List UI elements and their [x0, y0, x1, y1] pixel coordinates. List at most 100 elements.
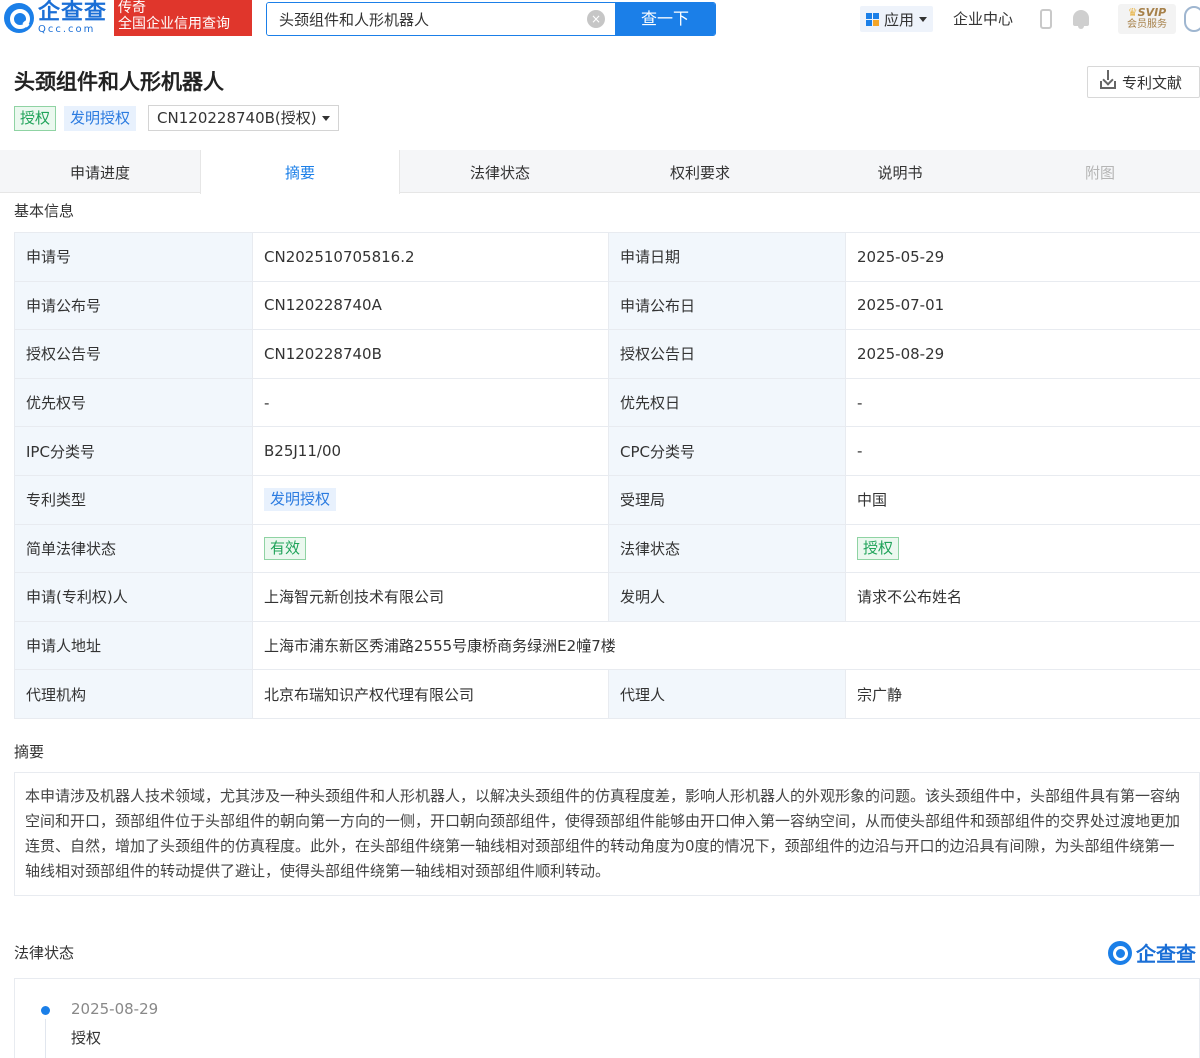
- legal-status-heading: 法律状态: [14, 944, 75, 962]
- info-value: 上海市浦东新区秀浦路2555号康桥商务绿洲E2幢7楼: [252, 620, 1200, 671]
- info-value: 中国: [845, 474, 1200, 525]
- logo-cn-text: 企查查: [38, 0, 108, 25]
- search-input[interactable]: [267, 3, 587, 35]
- legal-status-tag: 授权: [857, 536, 900, 560]
- info-value: -: [845, 377, 1200, 428]
- table-row: 申请号 CN202510705816.2 申请日期 2025-05-29: [14, 232, 1200, 282]
- tab-bar: 申请进度 摘要 法律状态 权利要求 说明书 附图: [0, 150, 1200, 194]
- tab-description[interactable]: 说明书: [800, 150, 1000, 192]
- abstract-text: 本申请涉及机器人技术领域，尤其涉及一种头颈组件和人形机器人，以解决头颈组件的仿真…: [14, 772, 1200, 896]
- type-tag: 发明授权: [64, 105, 137, 131]
- info-value-cell: 授权: [845, 523, 1200, 574]
- site-logo[interactable]: 企查查 Qcc.com: [4, 0, 107, 36]
- user-avatar-icon[interactable]: [1184, 6, 1200, 32]
- agency-link[interactable]: 北京布瑞知识产权代理有限公司: [252, 669, 609, 719]
- phone-icon[interactable]: [1040, 9, 1052, 29]
- svip-button[interactable]: ♛SVIP 会员服务: [1118, 4, 1176, 34]
- grid-icon: [866, 12, 879, 26]
- info-key: 申请公布号: [14, 280, 253, 331]
- info-value: 宗广静: [845, 669, 1200, 719]
- clear-icon[interactable]: ×: [587, 10, 605, 28]
- info-key: 申请人地址: [14, 620, 253, 671]
- download-icon: [1100, 70, 1116, 89]
- info-key: 申请号: [14, 232, 253, 282]
- patent-document-button[interactable]: 专利文献: [1087, 66, 1200, 98]
- info-key: 代理人: [608, 669, 846, 719]
- caret-down-icon: [321, 115, 330, 121]
- table-row: 专利类型 发明授权 受理局 中国: [14, 474, 1200, 525]
- info-value: 2025-07-01: [845, 280, 1200, 331]
- timeline-date: 2025-08-29: [71, 1000, 159, 1018]
- info-value-cell: 发明授权: [252, 474, 609, 525]
- info-key: 申请(专利权)人: [14, 572, 253, 622]
- patent-type-tag: 发明授权: [264, 488, 337, 512]
- info-key: 申请日期: [608, 232, 846, 282]
- timeline-line: [45, 1019, 46, 1058]
- info-key: IPC分类号: [14, 426, 253, 476]
- caret-down-icon: [919, 16, 928, 22]
- publication-select-value: CN120228740B(授权): [157, 109, 317, 127]
- info-key: 发明人: [608, 572, 846, 622]
- table-row: IPC分类号 B25J11/00 CPC分类号 -: [14, 426, 1200, 476]
- info-key: CPC分类号: [608, 426, 846, 476]
- nav-app-label: 应用: [884, 10, 915, 29]
- info-key: 优先权日: [608, 377, 846, 428]
- info-value: CN202510705816.2: [252, 232, 609, 282]
- abstract-heading: 摘要: [14, 743, 45, 761]
- search-box: × 查一下: [266, 2, 716, 36]
- legal-status-timeline: 2025-08-29 授权: [14, 978, 1200, 1058]
- info-key: 受理局: [608, 474, 846, 525]
- qcc-logo-icon: [4, 3, 34, 33]
- legal-status-logo: 企查查: [1108, 938, 1196, 967]
- info-value: CN120228740B: [252, 329, 609, 379]
- info-key: 专利类型: [14, 474, 253, 525]
- info-value: 2025-08-29: [845, 329, 1200, 379]
- timeline-status: 授权: [71, 1029, 102, 1047]
- simple-legal-status-tag: 有效: [264, 536, 307, 560]
- applicant-link[interactable]: 上海智元新创技术有限公司: [252, 572, 609, 622]
- tab-claims[interactable]: 权利要求: [600, 150, 800, 192]
- promo-badge-line1: 传奇: [118, 0, 146, 16]
- svip-label: SVIP: [1137, 6, 1167, 19]
- publication-select[interactable]: CN120228740B(授权): [148, 105, 339, 131]
- table-row: 简单法律状态 有效 法律状态 授权: [14, 523, 1200, 574]
- status-tag: 授权: [14, 105, 57, 131]
- table-row: 代理机构 北京布瑞知识产权代理有限公司 代理人 宗广静: [14, 669, 1200, 719]
- qcc-logo-icon: [1108, 940, 1132, 965]
- info-value: -: [252, 377, 609, 428]
- svip-sub-label: 会员服务: [1127, 19, 1167, 30]
- tab-legal-status[interactable]: 法律状态: [400, 150, 600, 192]
- logo-en-text: Qcc.com: [38, 23, 96, 35]
- promo-badge-line2: 全国企业信用查询: [118, 16, 230, 32]
- info-key: 申请公布日: [608, 280, 846, 331]
- info-value: 2025-05-29: [845, 232, 1200, 282]
- info-key: 代理机构: [14, 669, 253, 719]
- patent-document-label: 专利文献: [1122, 73, 1183, 92]
- info-value: CN120228740A: [252, 280, 609, 331]
- page-title: 头颈组件和人形机器人: [14, 70, 224, 94]
- info-key: 授权公告号: [14, 329, 253, 379]
- top-bar: 企查查 Qcc.com 传奇 全国企业信用查询 × 查一下 应用 企业中心 ♛S…: [0, 0, 1200, 38]
- info-value-cell: 有效: [252, 523, 609, 574]
- info-key: 授权公告日: [608, 329, 846, 379]
- table-row: 申请人地址 上海市浦东新区秀浦路2555号康桥商务绿洲E2幢7楼: [14, 620, 1200, 671]
- nav-app-menu[interactable]: 应用: [860, 6, 934, 32]
- title-tags: 授权 发明授权 CN120228740B(授权): [14, 105, 339, 131]
- table-row: 申请公布号 CN120228740A 申请公布日 2025-07-01: [14, 280, 1200, 331]
- nav-enterprise-center[interactable]: 企业中心: [953, 8, 1013, 29]
- bell-icon[interactable]: [1073, 10, 1089, 29]
- tab-abstract[interactable]: 摘要: [200, 150, 401, 194]
- table-row: 授权公告号 CN120228740B 授权公告日 2025-08-29: [14, 329, 1200, 379]
- timeline-dot-icon: [41, 1006, 50, 1015]
- tab-application-progress[interactable]: 申请进度: [0, 150, 200, 192]
- legal-logo-text: 企查查: [1136, 942, 1196, 966]
- tab-drawings: 附图: [1085, 164, 1116, 182]
- search-button[interactable]: 查一下: [615, 3, 715, 35]
- info-value: B25J11/00: [252, 426, 609, 476]
- table-row: 申请(专利权)人 上海智元新创技术有限公司 发明人 请求不公布姓名: [14, 572, 1200, 622]
- basic-info-heading: 基本信息: [14, 202, 75, 220]
- basic-info-table: 申请号 CN202510705816.2 申请日期 2025-05-29 申请公…: [14, 232, 1200, 719]
- info-key: 法律状态: [608, 523, 846, 574]
- info-value: 请求不公布姓名: [845, 572, 1200, 622]
- promo-badge[interactable]: 传奇 全国企业信用查询: [114, 0, 252, 36]
